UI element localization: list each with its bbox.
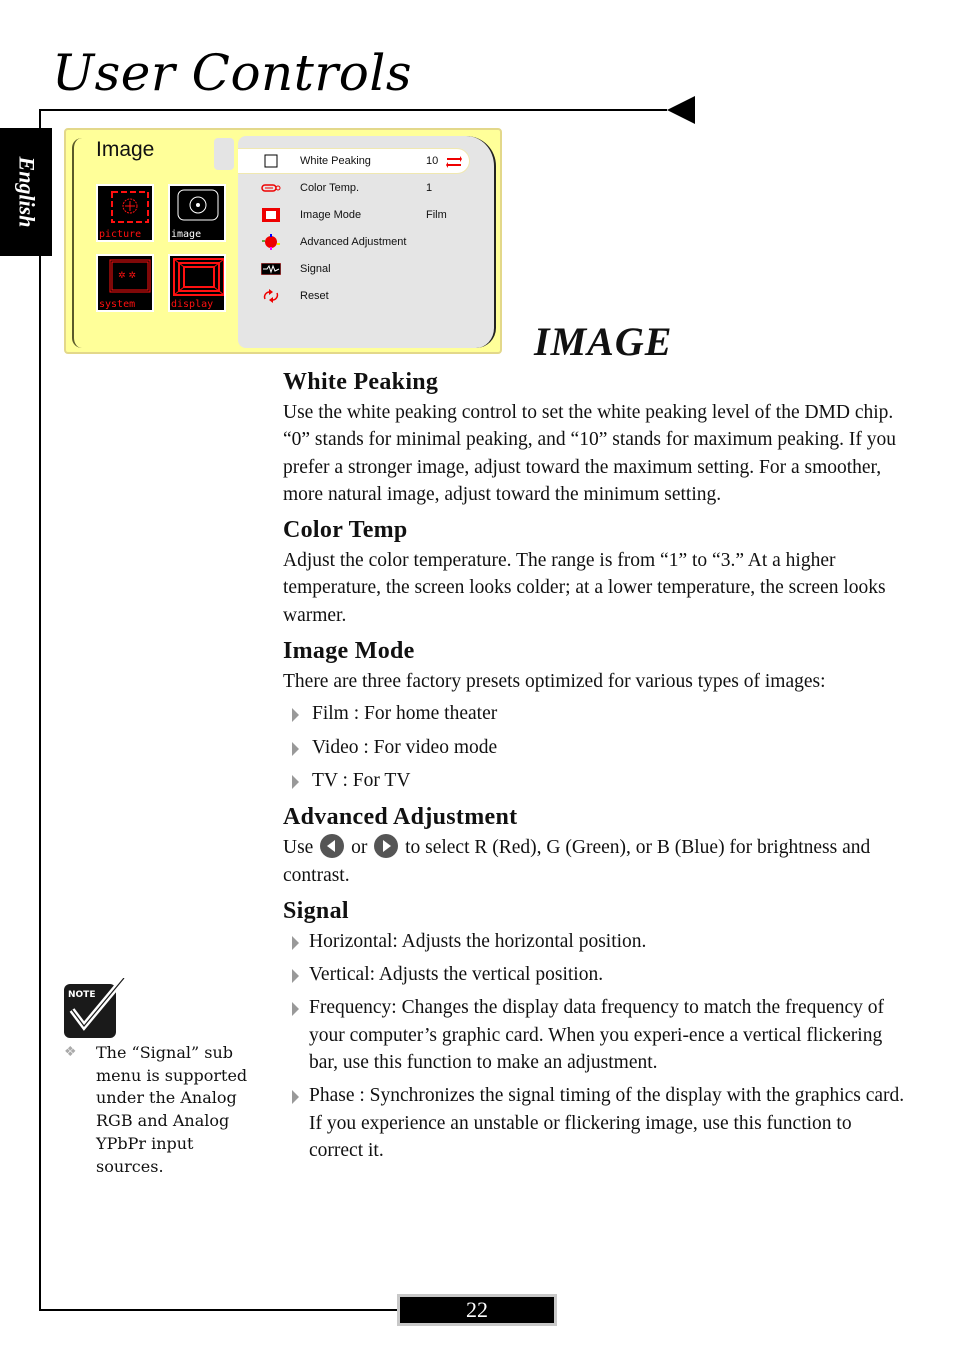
list-item: Vertical: Adjusts the vertical position. <box>283 961 908 988</box>
section-title: IMAGE <box>534 319 673 364</box>
heading-color-temp: Color Temp <box>283 517 408 544</box>
osd-menu-screenshot: Image picture image ✲ ✲ system display W… <box>64 128 502 354</box>
heading-signal: Signal <box>283 897 349 924</box>
osd-submenu-panel: White Peaking 10 Color Temp. 1 Image Mod… <box>238 136 496 348</box>
list-item-text: Phase : Synchronizes the signal timing o… <box>309 1085 905 1161</box>
language-tab: English <box>0 128 52 256</box>
list-item-text: Frequency: Changes the display data freq… <box>309 997 885 1074</box>
note-text: The “Signal” sub menu is supported under… <box>96 1043 248 1176</box>
tile-label: system <box>99 299 136 310</box>
osd-item-label: Image Mode <box>300 209 362 221</box>
frame-left-rule <box>39 109 41 1311</box>
note-bullet-icon: ❖ <box>64 1045 77 1060</box>
adjust-arrows-icon[interactable] <box>446 155 462 172</box>
note-box: NOTE ❖ The “Signal” sub menu is supporte… <box>64 976 264 1176</box>
osd-item-label: Color Temp. <box>300 182 360 194</box>
frame-bottom-rule <box>39 1309 399 1311</box>
white-peaking-icon <box>260 154 282 168</box>
frame-top-rule <box>39 109 667 111</box>
osd-item-label: Advanced Adjustment <box>300 236 407 248</box>
heading-image-mode: Image Mode <box>283 638 415 665</box>
list-item: TV : For TV <box>283 767 908 794</box>
osd-item-label: Reset <box>300 290 329 302</box>
osd-tile-display[interactable]: display <box>168 254 226 312</box>
bullet-arrow-icon <box>292 774 299 789</box>
bullet-arrow-icon <box>292 1090 299 1105</box>
list-item-text: Vertical: Adjusts the vertical position. <box>309 964 604 986</box>
osd-tab-nub <box>214 138 234 170</box>
color-temp-icon <box>260 181 282 195</box>
advanced-adjustment-icon <box>260 234 282 250</box>
signal-icon <box>260 262 282 276</box>
osd-item-white-peaking[interactable]: White Peaking 10 <box>238 148 470 174</box>
body-color-temp: Adjust the color temperature. The range … <box>283 550 886 626</box>
list-item: Video : For video mode <box>283 734 908 761</box>
svg-text:✲ ✲: ✲ ✲ <box>118 271 136 281</box>
list-item: Phase : Synchronizes the signal timing o… <box>283 1082 908 1164</box>
heading-white-peaking: White Peaking <box>283 369 439 395</box>
list-item-text: Horizontal: Adjusts the horizontal posit… <box>309 930 647 952</box>
osd-item-signal[interactable]: Signal <box>238 256 470 282</box>
osd-category-title: Image <box>96 138 155 161</box>
body-white-peaking: Use the white peaking control to set the… <box>283 402 897 505</box>
osd-item-value: 10 <box>426 155 439 167</box>
body-middle: or <box>351 837 368 859</box>
osd-tile-system[interactable]: ✲ ✲ system <box>96 254 154 312</box>
bullet-arrow-icon <box>292 935 299 950</box>
page-number: 22 <box>397 1294 557 1326</box>
list-item: Film : For home theater <box>283 700 908 727</box>
body-prefix: Use <box>283 837 314 859</box>
osd-item-label: Signal <box>300 263 331 275</box>
list-item: Frequency: Changes the display data freq… <box>283 994 908 1076</box>
osd-frame-edge <box>72 138 82 348</box>
osd-item-advanced-adjustment[interactable]: Advanced Adjustment <box>238 229 470 255</box>
osd-tile-image[interactable]: image <box>168 184 226 242</box>
body-suffix: to select R (Red), G (Green), or B (Blue… <box>283 837 871 886</box>
right-arrow-button-icon <box>374 834 399 859</box>
osd-item-value: 1 <box>426 182 433 194</box>
triangle-marker-icon <box>667 96 695 124</box>
bullet-arrow-icon <box>292 969 299 984</box>
list-item: Horizontal: Adjusts the horizontal posit… <box>283 928 908 955</box>
image-mode-list: Film : For home theater Video : For vide… <box>283 700 908 794</box>
list-item-text: Film : For home theater <box>312 703 498 725</box>
bullet-arrow-icon <box>292 1002 299 1017</box>
osd-category-tiles: picture image ✲ ✲ system display <box>96 184 226 312</box>
heading-advanced-adjustment: Advanced Adjustment <box>283 804 518 831</box>
list-item-text: Video : For video mode <box>312 736 498 758</box>
left-arrow-button-icon <box>320 834 345 859</box>
note-badge-text: NOTE <box>68 990 95 1000</box>
language-label: English <box>14 156 39 228</box>
main-content: White Peaking Use the white peaking cont… <box>283 365 908 1170</box>
tile-label: image <box>171 229 202 240</box>
page-title: User Controls <box>52 44 412 102</box>
osd-tile-picture[interactable]: picture <box>96 184 154 242</box>
osd-item-image-mode[interactable]: Image Mode Film <box>238 202 470 228</box>
body-image-mode: There are three factory presets optimize… <box>283 671 826 693</box>
tile-label: picture <box>99 229 142 240</box>
osd-item-reset[interactable]: Reset <box>238 283 470 309</box>
osd-item-value: Film <box>426 209 447 221</box>
bullet-arrow-icon <box>292 741 299 756</box>
tile-label: display <box>171 299 214 310</box>
body-advanced-adjustment: Use or to select R (Red), G (Green), or … <box>283 834 908 889</box>
image-mode-icon <box>260 208 282 222</box>
note-checkmark-icon: NOTE <box>64 976 127 1040</box>
list-item-text: TV : For TV <box>312 769 411 791</box>
signal-list: Horizontal: Adjusts the horizontal posit… <box>283 928 908 1164</box>
bullet-arrow-icon <box>292 708 299 723</box>
osd-item-color-temp[interactable]: Color Temp. 1 <box>238 175 470 201</box>
osd-item-label: White Peaking <box>300 155 371 167</box>
reset-icon <box>260 289 282 303</box>
